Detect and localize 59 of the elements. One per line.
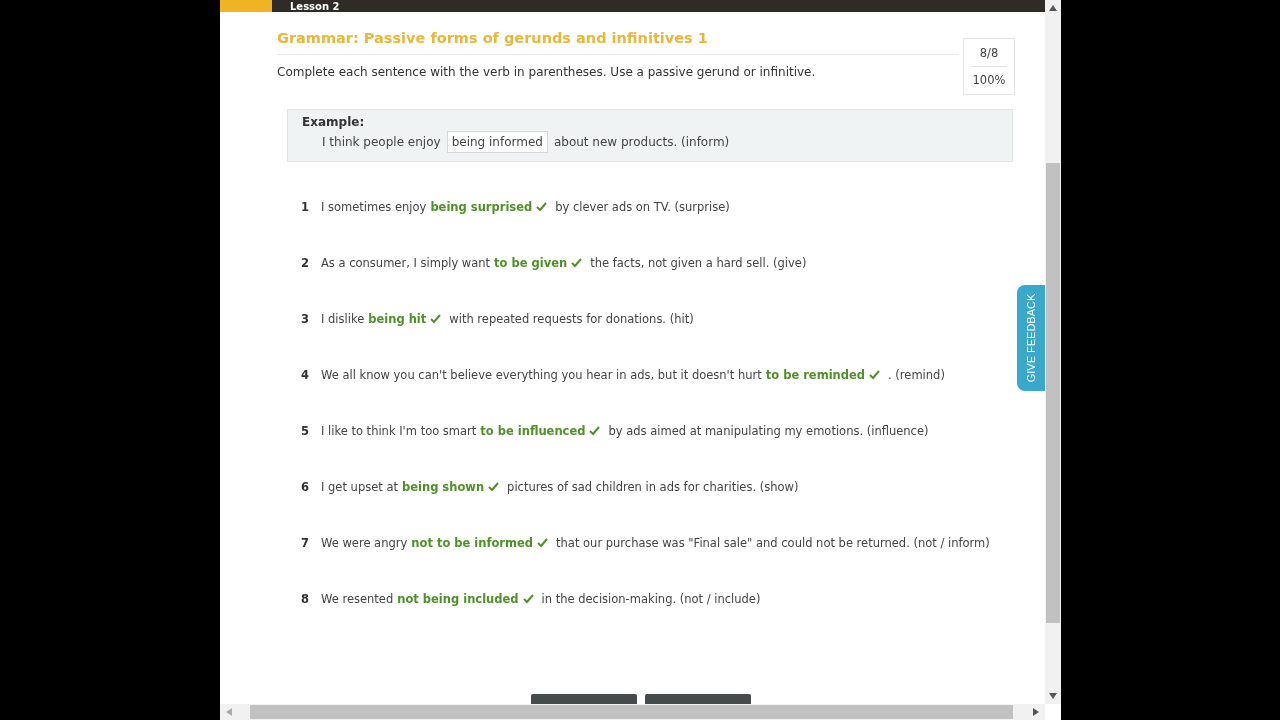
sentence-text: We all know you can't believe everything you hear in ads, but it doesn't hurt bbox=[321, 368, 762, 382]
footer-button[interactable] bbox=[531, 694, 637, 704]
sentence-text: We resented bbox=[321, 592, 394, 606]
answer: not to be informed bbox=[411, 536, 534, 550]
check-icon bbox=[589, 426, 601, 436]
check-icon bbox=[537, 538, 549, 548]
example-answer-field: being informed bbox=[446, 131, 548, 153]
sentence-text: in the decision-making. (not / include) bbox=[541, 592, 761, 606]
check-icon bbox=[536, 202, 548, 212]
scroll-right-icon[interactable] bbox=[1033, 708, 1039, 716]
check-icon bbox=[488, 482, 500, 492]
sentence-text: that our purchase was "Final sale" and could not be returned. (not / inform) bbox=[556, 536, 990, 550]
horizontal-scrollbar-thumb[interactable] bbox=[250, 705, 1013, 719]
sentence-text: . (remind) bbox=[888, 368, 945, 382]
example-text: about new products. (inform) bbox=[553, 135, 730, 149]
sentence-text: with repeated requests for donations. (hit) bbox=[449, 312, 694, 326]
item-number: 2 bbox=[301, 256, 310, 270]
answer: to be influenced bbox=[480, 424, 586, 438]
item-number: 7 bbox=[301, 536, 310, 550]
check-icon bbox=[522, 594, 534, 604]
item-number: 8 bbox=[301, 592, 310, 606]
sentence-text: the facts, not given a hard sell. (give) bbox=[590, 256, 807, 270]
sentence-text: As a consumer, I simply want bbox=[321, 256, 491, 270]
feedback-tab[interactable]: GIVE FEEDBACK bbox=[1017, 285, 1045, 391]
answer: not being included bbox=[397, 592, 519, 606]
vertical-scrollbar-thumb[interactable] bbox=[1046, 163, 1060, 623]
sentence-text: I dislike bbox=[321, 312, 365, 326]
item-number: 4 bbox=[301, 368, 310, 382]
check-icon bbox=[571, 258, 583, 268]
sentence-text: by ads aimed at manipulating my emotions. (influence) bbox=[608, 424, 929, 438]
item-number: 6 bbox=[301, 480, 310, 494]
scroll-down-icon[interactable] bbox=[1049, 693, 1057, 699]
sentence-text: pictures of sad children in ads for charities. (show) bbox=[507, 480, 799, 494]
answer: to be reminded bbox=[765, 368, 866, 382]
instructions: Complete each sentence with the verb in parentheses. Use a passive gerund or infinitive. bbox=[277, 65, 817, 79]
lesson-title: Lesson 2 bbox=[290, 2, 340, 12]
scroll-left-icon[interactable] bbox=[226, 708, 232, 716]
scroll-up-icon[interactable] bbox=[1049, 5, 1057, 11]
exercise-title: Grammar: Passive forms of gerunds and infinitives 1 bbox=[277, 30, 959, 55]
answer: being surprised bbox=[430, 200, 533, 214]
answer: being hit bbox=[368, 312, 427, 326]
example-text: I think people enjoy bbox=[322, 135, 441, 149]
example-label: Example: bbox=[302, 115, 366, 129]
answer: to be given bbox=[494, 256, 568, 270]
item-number: 5 bbox=[301, 424, 310, 438]
check-icon bbox=[869, 370, 881, 380]
check-icon bbox=[430, 314, 442, 324]
answer: being shown bbox=[401, 480, 485, 494]
lesson-tab[interactable] bbox=[220, 0, 272, 12]
sentence-text: I get upset at bbox=[321, 480, 398, 494]
score: 8/8 bbox=[979, 45, 999, 62]
sentence-text: I like to think I'm too smart bbox=[321, 424, 477, 438]
sentence-text: by clever ads on TV. (surprise) bbox=[555, 200, 730, 214]
footer-button[interactable] bbox=[645, 694, 751, 704]
item-number: 1 bbox=[301, 200, 310, 214]
sentence-text: We were angry bbox=[321, 536, 408, 550]
item-number: 3 bbox=[301, 312, 310, 326]
score-percent: 100% bbox=[972, 72, 1006, 89]
sentence-text: I sometimes enjoy bbox=[321, 200, 427, 214]
